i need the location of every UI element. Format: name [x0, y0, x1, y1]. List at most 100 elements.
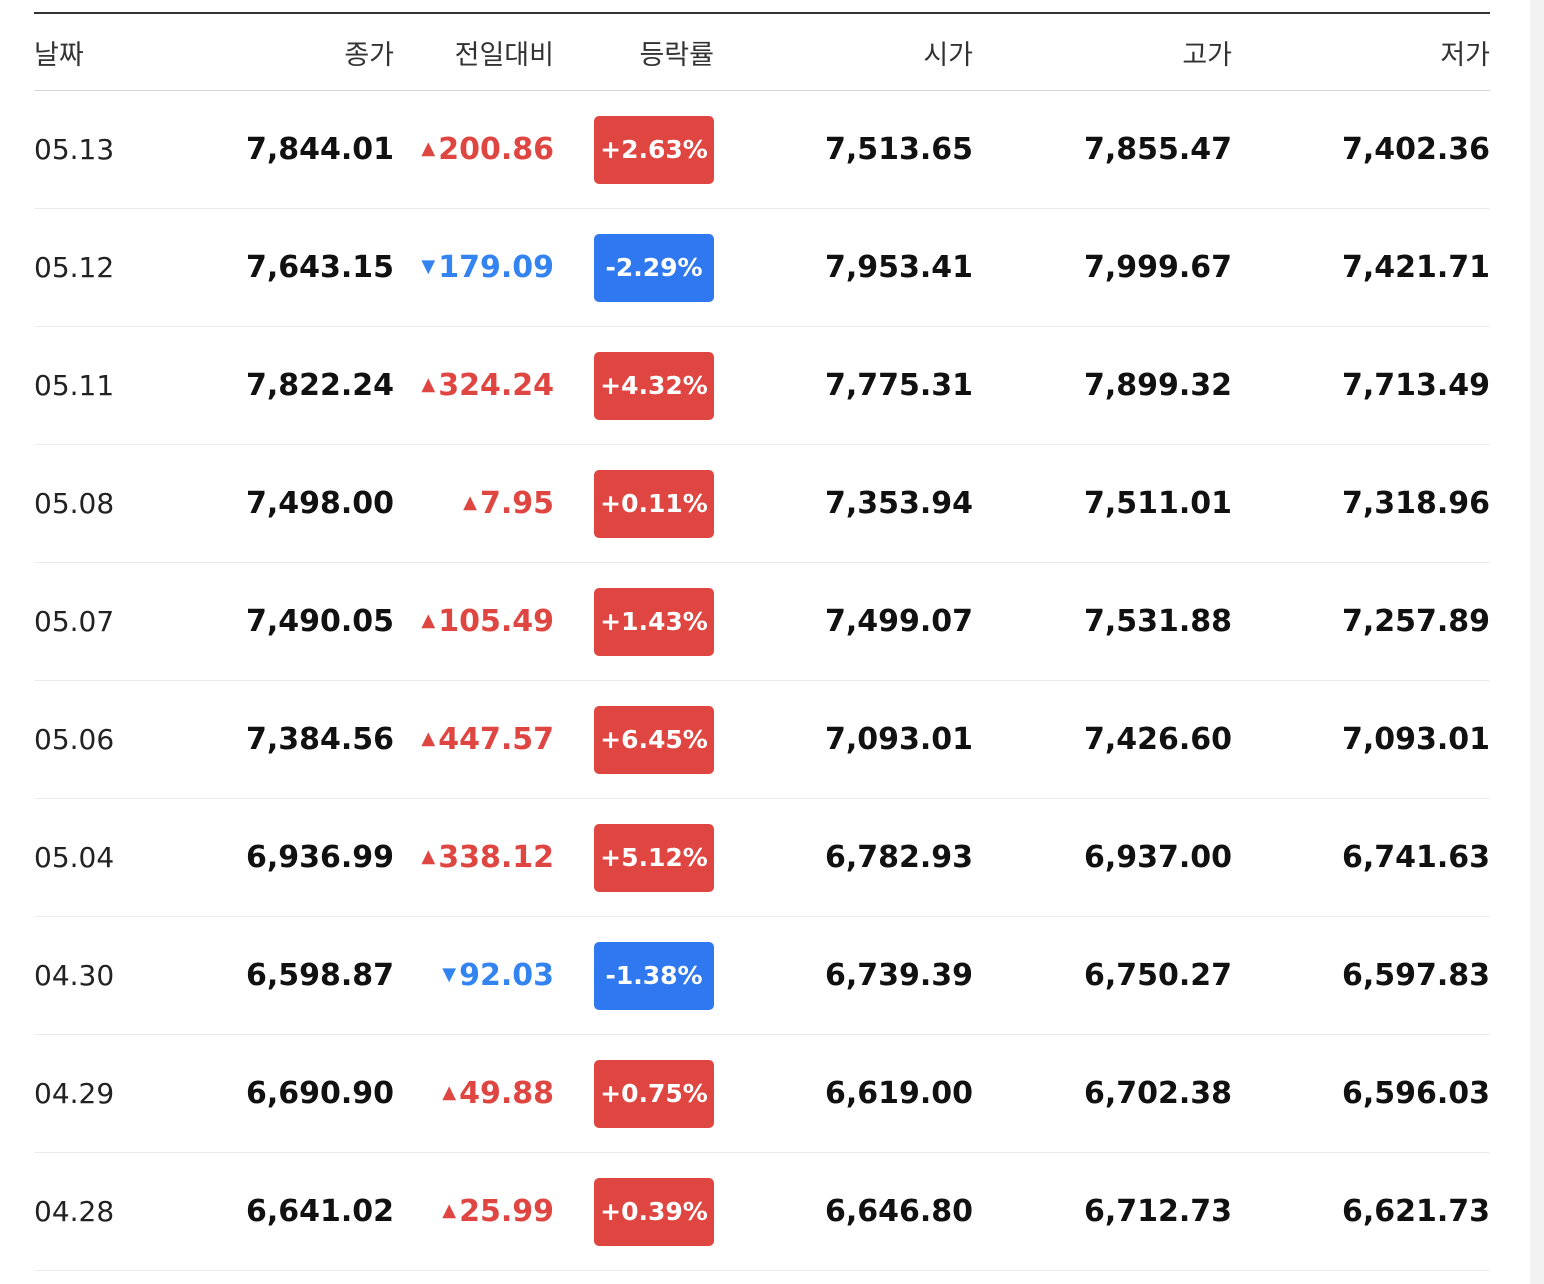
change-value: 338.12 — [438, 840, 554, 875]
cell-open: 6,782.93 — [824, 840, 973, 875]
cell-high: 6,937.00 — [1083, 840, 1232, 875]
cell-low: 7,713.49 — [1341, 368, 1490, 403]
cell-high: 7,999.67 — [1083, 250, 1232, 285]
triangle-up-icon: ▲ — [442, 1200, 457, 1221]
daily-price-table: 날짜 종가 전일대비 등락률 시가 고가 저가 05.13 7,844.01 ▲ 20… — [34, 12, 1490, 1271]
cell-change: ▼ 92.03 — [394, 958, 554, 993]
cell-change: ▲ 200.86 — [394, 132, 554, 167]
cell-change: ▲ 447.57 — [394, 722, 554, 757]
cell-rate: +5.12% — [554, 823, 714, 892]
rate-badge: -1.38% — [594, 941, 714, 1010]
rate-badge: +2.63% — [594, 115, 714, 184]
table-row[interactable]: 04.30 6,598.87 ▼ 92.03 -1.38% 6,739.39 6,750.2… — [34, 917, 1490, 1035]
cell-high: 7,426.60 — [1083, 722, 1232, 757]
cell-change: ▲ 49.88 — [394, 1076, 554, 1111]
table-row[interactable]: 05.04 6,936.99 ▲ 338.12 +5.12% 6,782.93 6,937.… — [34, 799, 1490, 917]
rate-badge: +0.11% — [594, 469, 714, 538]
header-open[interactable]: 시가 — [714, 33, 973, 72]
cell-change: ▲ 324.24 — [394, 368, 554, 403]
table-row[interactable]: 04.28 6,641.02 ▲ 25.99 +0.39% 6,646.80 6,712.7… — [34, 1153, 1490, 1271]
cell-rate: +0.75% — [554, 1059, 714, 1128]
header-date[interactable]: 날짜 — [34, 33, 214, 72]
cell-high: 7,855.47 — [1083, 132, 1232, 167]
rate-badge: +4.32% — [594, 351, 714, 420]
cell-close: 6,641.02 — [245, 1194, 394, 1229]
cell-date: 05.04 — [34, 841, 115, 874]
triangle-down-icon: ▼ — [442, 964, 457, 985]
cell-low: 6,597.83 — [1341, 958, 1490, 993]
cell-open: 7,499.07 — [824, 604, 973, 639]
change-value: 105.49 — [438, 604, 554, 639]
cell-rate: +6.45% — [554, 705, 714, 774]
cell-close: 7,844.01 — [245, 132, 394, 167]
change-value: 324.24 — [438, 368, 554, 403]
triangle-down-icon: ▼ — [421, 256, 436, 277]
cell-change: ▲ 105.49 — [394, 604, 554, 639]
cell-open: 6,646.80 — [824, 1194, 973, 1229]
table-row[interactable]: 05.06 7,384.56 ▲ 447.57 +6.45% 7,093.01 7,426.… — [34, 681, 1490, 799]
cell-date: 05.07 — [34, 605, 115, 638]
cell-high: 7,531.88 — [1083, 604, 1232, 639]
cell-rate: +0.11% — [554, 469, 714, 538]
cell-high: 7,511.01 — [1083, 486, 1232, 521]
table-row[interactable]: 04.29 6,690.90 ▲ 49.88 +0.75% 6,619.00 6,702.3… — [34, 1035, 1490, 1153]
table-row[interactable]: 05.07 7,490.05 ▲ 105.49 +1.43% 7,499.07 7,531.… — [34, 563, 1490, 681]
cell-change: ▼ 179.09 — [394, 250, 554, 285]
header-change[interactable]: 전일대비 — [394, 33, 554, 72]
cell-close: 6,598.87 — [245, 958, 394, 993]
triangle-up-icon: ▲ — [421, 374, 436, 395]
cell-close: 7,498.00 — [245, 486, 394, 521]
triangle-up-icon: ▲ — [421, 846, 436, 867]
triangle-up-icon: ▲ — [442, 1082, 457, 1103]
cell-rate: +1.43% — [554, 587, 714, 656]
change-value: 200.86 — [438, 132, 554, 167]
table-row[interactable]: 05.13 7,844.01 ▲ 200.86 +2.63% 7,513.65 7,855.… — [34, 91, 1490, 209]
cell-date: 05.06 — [34, 723, 115, 756]
cell-low: 7,093.01 — [1341, 722, 1490, 757]
header-close[interactable]: 종가 — [214, 33, 394, 72]
cell-rate: -1.38% — [554, 941, 714, 1010]
cell-change: ▲ 338.12 — [394, 840, 554, 875]
rate-badge: +5.12% — [594, 823, 714, 892]
cell-low: 7,257.89 — [1341, 604, 1490, 639]
rate-badge: +0.75% — [594, 1059, 714, 1128]
cell-high: 7,899.32 — [1083, 368, 1232, 403]
change-value: 7.95 — [479, 486, 554, 521]
cell-date: 04.29 — [34, 1077, 115, 1110]
cell-open: 6,619.00 — [824, 1076, 973, 1111]
rate-badge: +0.39% — [594, 1177, 714, 1246]
cell-change: ▲ 25.99 — [394, 1194, 554, 1229]
cell-low: 7,421.71 — [1341, 250, 1490, 285]
cell-date: 05.13 — [34, 133, 115, 166]
header-low[interactable]: 저가 — [1232, 33, 1490, 72]
cell-close: 7,643.15 — [245, 250, 394, 285]
cell-close: 7,822.24 — [245, 368, 394, 403]
change-value: 25.99 — [459, 1194, 554, 1229]
header-rate[interactable]: 등락률 — [554, 33, 714, 72]
table-row[interactable]: 05.11 7,822.24 ▲ 324.24 +4.32% 7,775.31 7,899.… — [34, 327, 1490, 445]
table-row[interactable]: 05.12 7,643.15 ▼ 179.09 -2.29% 7,953.41 7,999.… — [34, 209, 1490, 327]
header-high[interactable]: 고가 — [973, 33, 1232, 72]
triangle-up-icon: ▲ — [463, 492, 477, 513]
cell-low: 6,596.03 — [1341, 1076, 1490, 1111]
cell-date: 04.30 — [34, 959, 115, 992]
triangle-up-icon: ▲ — [421, 138, 436, 159]
scrollbar-track[interactable] — [1530, 0, 1544, 1284]
change-value: 447.57 — [438, 722, 554, 757]
cell-low: 6,741.63 — [1341, 840, 1490, 875]
cell-date: 05.11 — [34, 369, 115, 402]
cell-rate: +4.32% — [554, 351, 714, 420]
cell-open: 7,953.41 — [824, 250, 973, 285]
cell-date: 04.28 — [34, 1195, 115, 1228]
cell-rate: +0.39% — [554, 1177, 714, 1246]
table-row[interactable]: 05.08 7,498.00 ▲ 7.95 +0.11% 7,353.94 7,511.01… — [34, 445, 1490, 563]
cell-rate: -2.29% — [554, 233, 714, 302]
cell-open: 7,353.94 — [824, 486, 973, 521]
cell-date: 05.08 — [34, 487, 115, 520]
rate-badge: +6.45% — [594, 705, 714, 774]
triangle-up-icon: ▲ — [421, 728, 436, 749]
change-value: 179.09 — [438, 250, 554, 285]
cell-close: 7,490.05 — [245, 604, 394, 639]
table-header: 날짜 종가 전일대비 등락률 시가 고가 저가 — [34, 14, 1490, 91]
cell-close: 6,690.90 — [245, 1076, 394, 1111]
